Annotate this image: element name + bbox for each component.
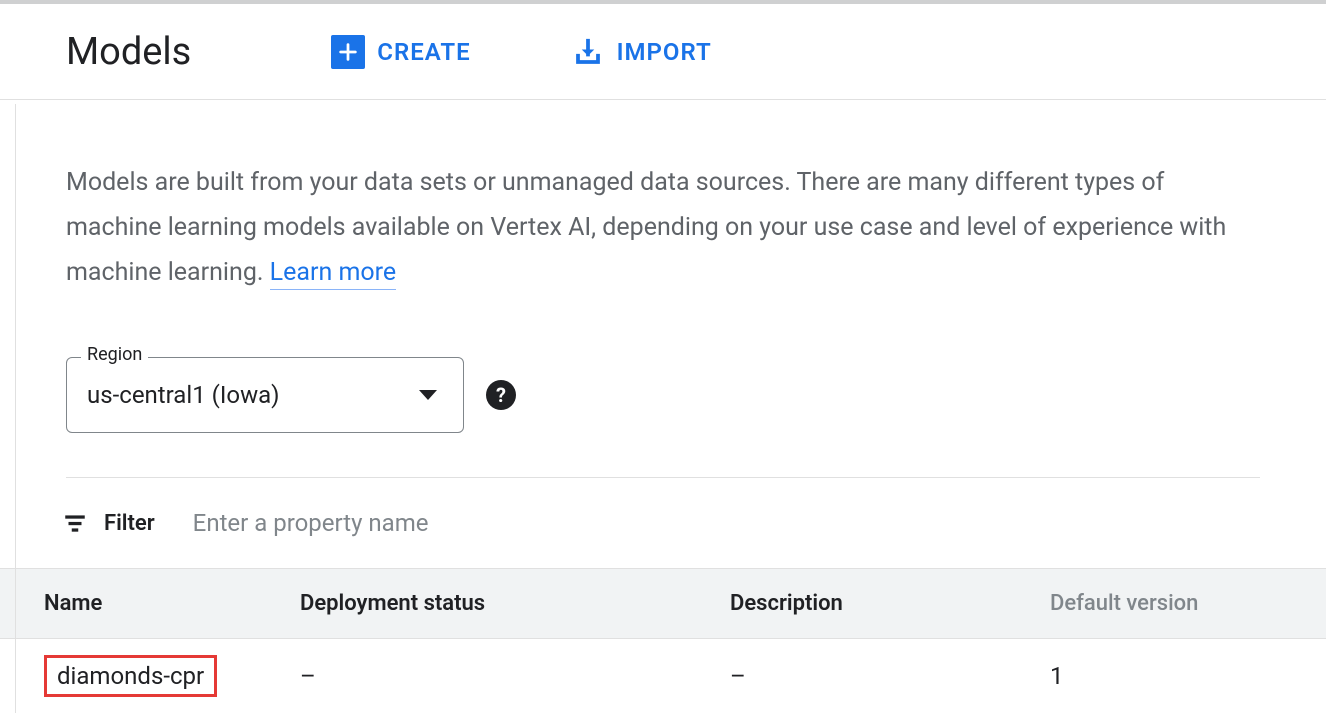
learn-more-link[interactable]: Learn more: [270, 258, 396, 290]
col-default-version[interactable]: Default version: [1050, 569, 1326, 639]
page-title: Models: [66, 30, 191, 74]
model-name-link[interactable]: diamonds-cpr: [44, 655, 217, 697]
region-row: Region us-central1 (Iowa) ?: [66, 357, 1260, 433]
model-description: –: [730, 639, 1050, 713]
region-value: us-central1 (Iowa): [87, 381, 419, 409]
help-icon[interactable]: ?: [486, 380, 516, 410]
col-deployment-status[interactable]: Deployment status: [300, 569, 730, 639]
region-label: Region: [81, 344, 148, 365]
filter-label: Filter: [104, 511, 155, 536]
create-button[interactable]: CREATE: [321, 27, 480, 77]
models-page: Models CREATE IMPORT Models are built fr: [0, 0, 1326, 713]
table-header-row: Name Deployment status Description Defau…: [0, 569, 1326, 639]
import-icon: [571, 35, 605, 69]
col-name[interactable]: Name: [0, 569, 300, 639]
page-header: Models CREATE IMPORT: [0, 4, 1326, 100]
model-default-version: 1: [1050, 639, 1326, 713]
models-table: Name Deployment status Description Defau…: [0, 568, 1326, 713]
filter-input[interactable]: [191, 508, 691, 538]
description-text: Models are built from your data sets or …: [66, 160, 1246, 295]
create-button-label: CREATE: [377, 38, 470, 66]
table-row[interactable]: diamonds-cpr – – 1: [0, 639, 1326, 713]
main-content: Models are built from your data sets or …: [0, 100, 1326, 713]
import-button-label: IMPORT: [617, 38, 712, 66]
plus-icon: [331, 35, 365, 69]
filter-bar: Filter: [66, 478, 1260, 568]
model-deployment-status: –: [300, 639, 730, 713]
chevron-down-icon: [419, 390, 437, 400]
col-description[interactable]: Description: [730, 569, 1050, 639]
description-body: Models are built from your data sets or …: [66, 168, 1226, 287]
import-button[interactable]: IMPORT: [561, 27, 722, 77]
region-select[interactable]: Region us-central1 (Iowa): [66, 357, 464, 433]
filter-icon: [62, 510, 88, 536]
